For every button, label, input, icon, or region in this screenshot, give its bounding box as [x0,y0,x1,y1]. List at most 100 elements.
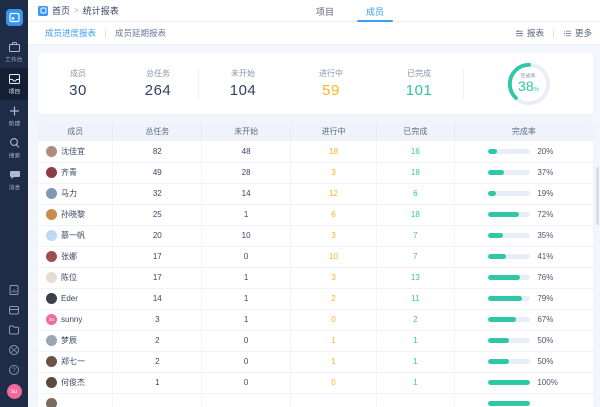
in-progress-cell: 2 [291,288,377,309]
member-cell[interactable]: 孙晓黎 [38,209,112,220]
rate-label: 79% [537,294,559,303]
completed-cell [377,393,455,407]
scrollbar-thumb[interactable] [596,167,599,225]
sidebar-item-search[interactable]: 搜索 [0,132,28,164]
sidebar-item-workbench[interactable]: 工作台 [0,36,28,68]
rate-cell: 100% [455,378,593,387]
in-progress-cell [291,393,377,407]
member-name: sunny [61,315,82,324]
report-view-button[interactable]: 报表 [515,27,544,39]
app-window: 工作台 项目 新建 搜索 消息 ? su [0,0,600,407]
stat-label: 未开始 [199,68,287,79]
member-avatar [46,209,57,220]
member-cell[interactable]: 何俊杰 [38,377,112,388]
sidebar-bottom: ? su [7,284,22,407]
member-cell[interactable]: 慕一帆 [38,230,112,241]
sidebar-item-messages[interactable]: 消息 [0,164,28,196]
col-in-progress: 进行中 [291,121,377,141]
member-avatar [46,230,57,241]
member-cell[interactable]: Eder [38,293,112,304]
completed-cell: 16 [377,141,455,162]
member-name: 何俊杰 [61,377,85,388]
report-icon[interactable] [8,284,20,296]
stat-in-progress: 进行中 59 [287,68,375,99]
tab-member-progress-report[interactable]: 成员进度报表 [45,27,96,39]
progress-bar [488,380,530,385]
completed-cell: 1 [377,372,455,393]
content: 成员 30 总任务 264 未开始 104 进行中 [28,45,600,407]
svg-text:?: ? [12,368,16,374]
rate-cell: 35% [455,231,593,240]
progress-bar [488,233,530,238]
sidebar-item-label: 新建 [8,119,20,128]
rate-cell: 37% [455,168,593,177]
help-icon[interactable]: ? [8,364,20,376]
member-cell[interactable]: 郑七一 [38,356,112,367]
rate-cell: 67% [455,315,593,324]
user-avatar[interactable]: su [7,384,22,399]
sidebar-item-projects[interactable]: 项目 [0,68,28,100]
member-avatar: su [46,314,57,325]
rate-cell: 79% [455,294,593,303]
sidebar-item-label: 项目 [8,87,20,96]
package-icon[interactable] [8,344,20,356]
progress-bar [488,254,530,259]
rate-label: 20% [537,147,559,156]
member-cell[interactable]: 沈佳宜 [38,146,112,157]
table-row: 慕一帆 20 10 3 7 35% [38,225,593,246]
sidebar-item-label: 工作台 [5,55,23,64]
member-name: 孙晓黎 [61,209,85,220]
rate-label: 35% [537,231,559,240]
member-cell[interactable]: 张娜 [38,251,112,262]
rate-label: 76% [537,273,559,282]
list-icon [563,29,572,38]
member-cell[interactable]: 梦辰 [38,335,112,346]
member-avatar [46,251,57,262]
app-logo-icon[interactable] [6,9,23,26]
member-avatar [46,293,57,304]
progress-bar [488,191,530,196]
tab-projects[interactable]: 项目 [313,0,337,22]
more-button[interactable]: 更多 [563,27,592,39]
calendar-icon[interactable] [8,304,20,316]
member-cell[interactable]: 齐青 [38,167,112,178]
tab-member-delay-report[interactable]: 成员延期报表 [115,27,166,39]
member-name: 梦辰 [61,335,77,346]
rate-cell: 19% [455,189,593,198]
message-icon [8,169,21,181]
table-row: 孙晓黎 25 1 6 18 72% [38,204,593,225]
in-progress-cell: 10 [291,246,377,267]
not-started-cell: 1 [202,288,291,309]
sidebar: 工作台 项目 新建 搜索 消息 ? su [0,0,28,407]
member-cell[interactable]: 马力 [38,188,112,199]
not-started-cell: 48 [202,141,291,162]
in-progress-cell: 3 [291,225,377,246]
folder-icon[interactable] [8,324,20,336]
toolbar-actions: 报表 更多 [515,27,592,39]
table-header-row: 成员 总任务 未开始 进行中 已完成 完成率 [38,121,593,141]
member-cell[interactable]: su sunny [38,314,112,325]
in-progress-cell: 1 [291,330,377,351]
member-name: 齐青 [61,167,77,178]
member-cell[interactable]: 陈位 [38,272,112,283]
total-cell [113,393,202,407]
breadcrumb-separator: > [74,6,79,15]
total-cell: 20 [113,225,202,246]
completed-cell: 2 [377,309,455,330]
member-cell[interactable] [38,398,112,407]
breadcrumb-home[interactable]: 首页 [52,4,70,17]
member-avatar [46,146,57,157]
member-name: 慕一帆 [61,230,85,241]
progress-bar [488,149,530,154]
chart-toggle-icon [515,29,524,38]
tab-members[interactable]: 成员 [363,0,387,22]
member-name: 马力 [61,188,77,199]
not-started-cell: 1 [202,204,291,225]
stat-group-1: 成员 30 总任务 264 [38,68,198,99]
sidebar-item-new[interactable]: 新建 [0,100,28,132]
table-row: 马力 32 14 12 6 19% [38,183,593,204]
total-cell: 82 [113,141,202,162]
members-table-card: 成员 总任务 未开始 进行中 已完成 完成率 沈佳宜 82 48 18 16 [38,121,593,407]
completed-cell: 13 [377,267,455,288]
completed-cell: 18 [377,162,455,183]
